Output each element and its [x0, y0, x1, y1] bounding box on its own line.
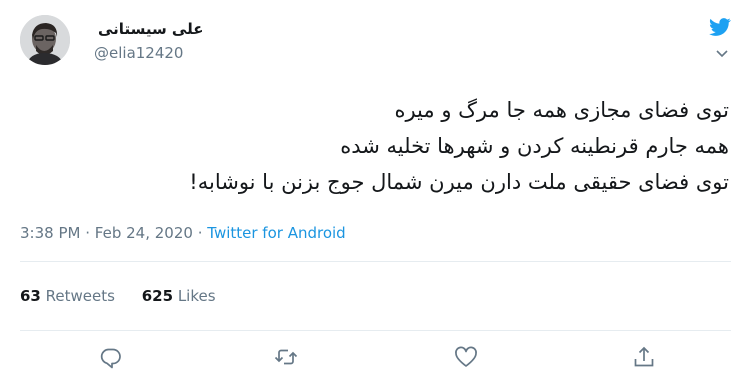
twitter-bird-icon[interactable]	[709, 16, 731, 38]
tweet-line: همه جارم قرنطینه کردن و شهرها تخلیه شده	[340, 134, 729, 158]
tweet-meta: 3:38 PM · Feb 24, 2020 · Twitter for And…	[20, 224, 346, 242]
author-name[interactable]: علی سیستانی	[98, 20, 203, 38]
tweet-card: علی سیستانی @elia12420 توی فضای مجازی هم…	[0, 0, 751, 390]
like-button[interactable]	[453, 344, 479, 370]
share-icon	[634, 346, 654, 367]
divider	[20, 261, 731, 262]
retweets-count: 63	[20, 287, 41, 305]
tweet-line: توی فضای حقیقی ملت دارن میرن شمال جوج بز…	[189, 170, 729, 194]
author-handle[interactable]: @elia12420	[94, 44, 183, 62]
avatar-photo	[20, 15, 70, 65]
tweet-source-link[interactable]: Twitter for Android	[207, 224, 345, 242]
retweet-button[interactable]	[273, 344, 299, 370]
reply-button[interactable]	[98, 344, 124, 370]
engagement-stats: 63 Retweets 625 Likes	[20, 287, 216, 305]
tweet-date[interactable]: Feb 24, 2020	[95, 224, 193, 242]
tweet-line: توی فضای مجازی همه جا مرگ و میره	[394, 98, 729, 122]
likes-stat[interactable]: 625 Likes	[142, 287, 216, 305]
separator: ·	[85, 224, 91, 242]
divider	[20, 330, 731, 331]
tweet-text: توی فضای مجازی همه جا مرگ و میره همه جار…	[19, 92, 729, 200]
likes-label: Likes	[177, 287, 216, 305]
tweet-time[interactable]: 3:38 PM	[20, 224, 80, 242]
separator: ·	[197, 224, 203, 242]
retweets-stat[interactable]: 63 Retweets	[20, 287, 115, 305]
heart-icon	[455, 346, 477, 367]
retweet-icon	[274, 349, 298, 365]
retweets-label: Retweets	[45, 287, 115, 305]
chevron-down-icon[interactable]	[716, 43, 728, 58]
avatar[interactable]	[20, 15, 70, 65]
likes-count: 625	[141, 287, 174, 305]
share-button[interactable]	[631, 344, 657, 370]
reply-icon	[100, 348, 121, 369]
